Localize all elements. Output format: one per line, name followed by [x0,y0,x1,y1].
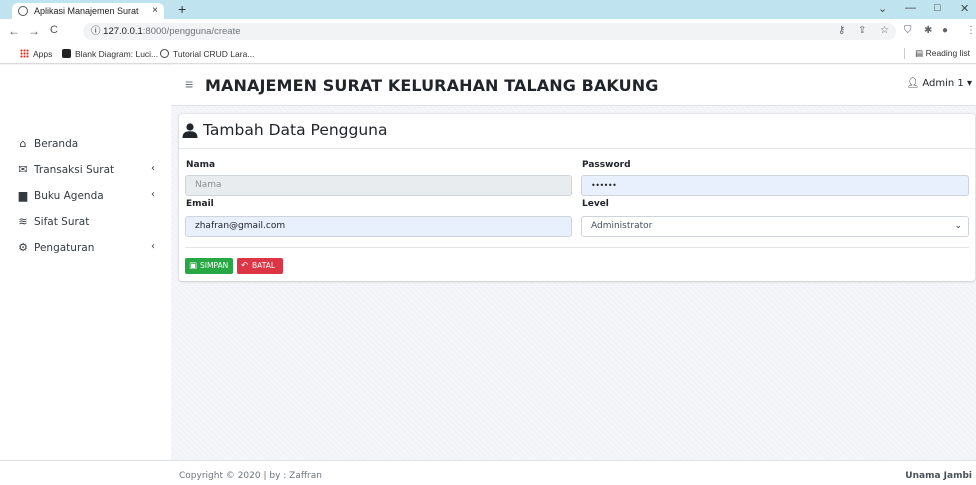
form-divider [185,247,969,248]
form-card: Tambah Data Pengguna Nama Nama Password … [179,114,975,281]
save-icon: ▣ [189,261,198,271]
minimize-icon[interactable]: — [905,2,916,14]
key-icon[interactable]: ⚷ [838,25,845,36]
layer-group-icon: ≋ [18,215,28,228]
site-info-icon[interactable]: ⓘ [91,26,101,37]
reading-list[interactable]: ▤ Reading list [904,48,970,59]
profile-icon[interactable]: ● [942,25,948,36]
forward-icon[interactable]: → [28,24,40,38]
footer: Copyright © 2020 | by : Zaffran Unama Ja… [171,460,976,485]
cogs-icon: ⚙ [18,241,28,254]
mail-bulk-icon: ✉ [18,163,28,176]
password-input[interactable]: •••••• [581,175,969,196]
sidebar: ⌂ Beranda ✉ Transaksi Surat ‹ ▆ Buku Age… [0,65,171,460]
reload-icon[interactable]: C [50,24,58,36]
reading-list-icon: ▤ [915,48,926,58]
hamburger-menu-icon[interactable]: ≡ [185,76,193,92]
sidebar-item-transaksi-surat[interactable]: ✉ Transaksi Surat ‹ [16,163,161,181]
card-title: Tambah Data Pengguna [203,121,388,139]
sidebar-footer [0,460,171,485]
maximize-icon[interactable]: □ [934,2,941,14]
password-label: Password [582,160,631,170]
sidebar-item-beranda[interactable]: ⌂ Beranda [16,137,161,155]
menu-kebab-icon[interactable]: ⋮ [966,25,976,36]
copyright-text: Copyright © 2020 | by : Zaffran [179,471,322,481]
sidebar-item-pengaturan[interactable]: ⚙ Pengaturan ‹ [16,241,161,259]
nama-input[interactable]: Nama [185,175,572,196]
app-navbar: ≡ MANAJEMEN SURAT KELURAHAN TALANG BAKUN… [171,65,976,106]
close-tab-icon[interactable]: × [152,3,158,19]
bookmark-star-icon[interactable]: ☆ [880,25,889,36]
apps-grid-icon [20,49,29,58]
globe-icon [160,49,169,58]
card-header: Tambah Data Pengguna [179,114,975,149]
user-icon: 👤︎ [906,78,923,89]
chevron-left-icon: ‹ [151,241,155,252]
browser-tab[interactable]: Aplikasi Manajemen Surat × [12,3,164,19]
sidebar-item-buku-agenda[interactable]: ▆ Buku Agenda ‹ [16,189,161,207]
shield-icon[interactable]: ⛉ [904,25,912,36]
user-icon [182,123,198,138]
url-field[interactable]: ⓘ 127.0.0.1:8000/pengguna/create [83,23,896,40]
new-tab-button[interactable]: + [178,1,186,17]
email-input[interactable]: zhafran@gmail.com [185,216,572,237]
lucid-icon [62,49,71,58]
level-select[interactable]: Administrator ⌄ [581,216,969,237]
close-window-icon[interactable]: ✕ [960,2,969,15]
chevron-left-icon: ‹ [151,189,155,200]
browser-tabstrip: Aplikasi Manajemen Surat × + ⌄ — □ ✕ [0,0,976,19]
sidebar-item-sifat-surat[interactable]: ≋ Sifat Surat [16,215,161,233]
email-label: Email [186,199,214,209]
home-icon: ⌂ [19,137,27,150]
save-button[interactable]: ▣ SIMPAN [185,258,233,274]
footer-brand: Unama Jambi [905,471,972,481]
share-icon[interactable]: ⇪ [858,25,866,36]
undo-icon: ↶ [241,261,249,271]
bookmark-tutorial[interactable]: Tutorial CRUD Lara... [160,49,254,59]
cancel-button[interactable]: ↶ BATAL [237,258,283,274]
back-icon[interactable]: ← [8,24,20,38]
caret-down-icon: ▾ [963,78,972,89]
bookmark-lucidchart[interactable]: Blank Diagram: Luci... [62,49,158,59]
chevron-left-icon: ‹ [151,163,155,174]
tab-title: Aplikasi Manajemen Surat [34,6,139,16]
extensions-icon[interactable]: ✱ [924,25,932,36]
level-label: Level [582,199,609,209]
bookmark-apps[interactable]: Apps [20,49,52,59]
bookmarks-bar: Apps Blank Diagram: Luci... Tutorial CRU… [0,44,976,64]
user-menu[interactable]: 👤︎ Admin 1 ▾ [907,78,973,89]
book-icon: ▆ [18,189,28,202]
address-bar: ← → C ⓘ 127.0.0.1:8000/pengguna/create ⚷… [0,19,976,44]
globe-icon [18,6,28,16]
app-title: MANAJEMEN SURAT KELURAHAN TALANG BAKUNG [205,76,659,95]
nama-label: Nama [186,160,216,170]
tab-search-icon[interactable]: ⌄ [878,2,887,15]
chevron-down-icon: ⌄ [954,221,962,231]
